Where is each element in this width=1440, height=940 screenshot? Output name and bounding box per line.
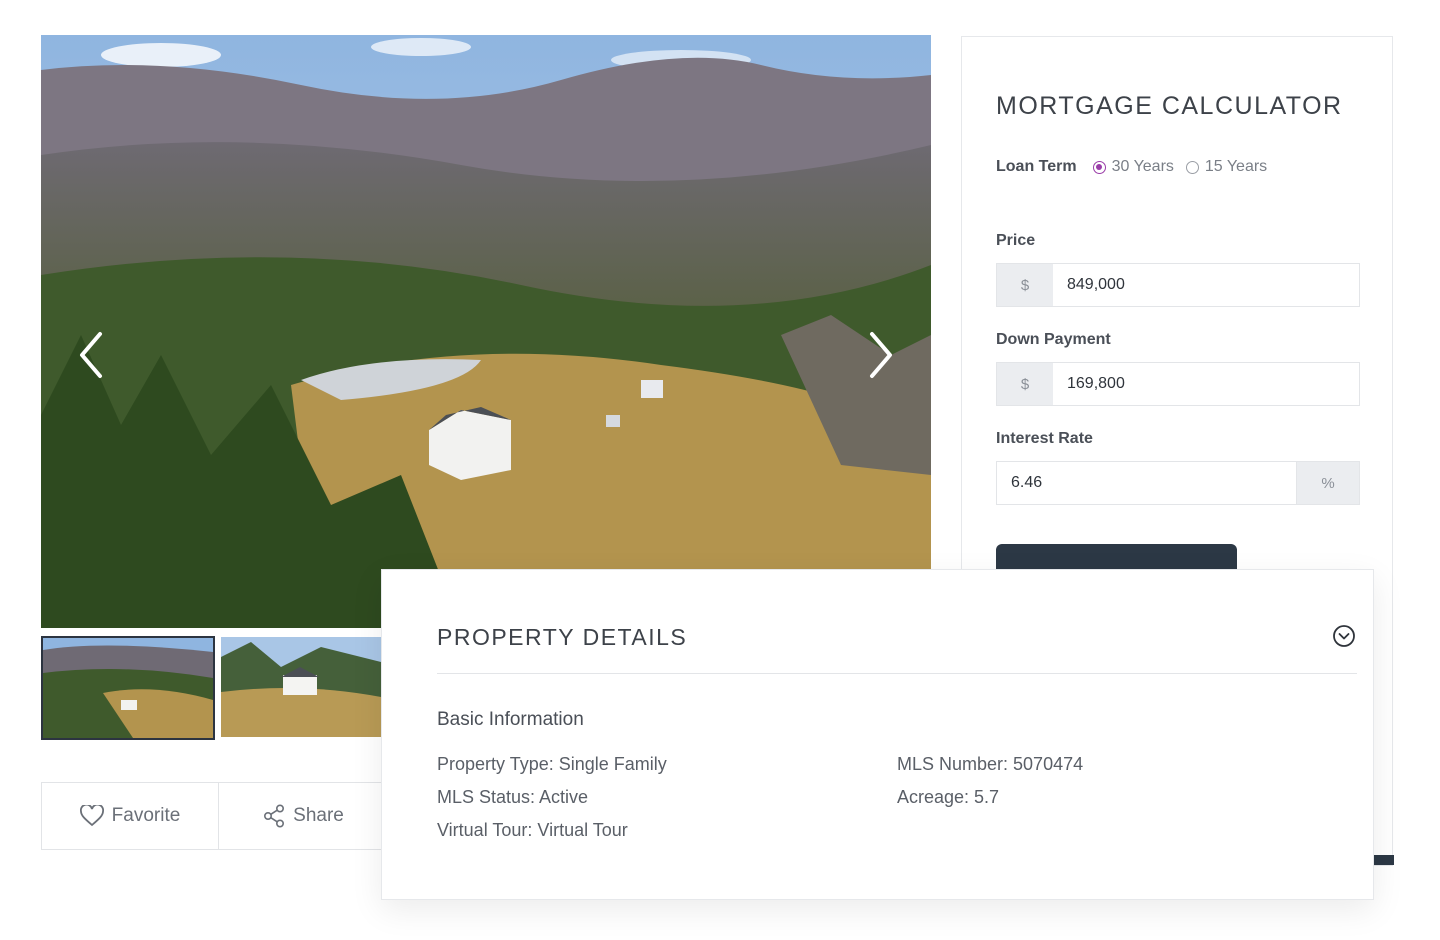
virtual-tour-text[interactable]: Virtual Tour: Virtual Tour (437, 820, 628, 841)
interest-rate-suffix: % (1296, 462, 1359, 504)
chevron-left-icon (80, 332, 102, 378)
favorite-label: Favorite (111, 805, 181, 826)
interest-rate-field-group: % (996, 461, 1360, 505)
favorite-button[interactable]: Favorite (41, 782, 219, 850)
thumbnail-2[interactable] (221, 637, 381, 737)
property-type-text: Property Type: Single Family (437, 754, 667, 774)
price-input[interactable] (1053, 264, 1359, 306)
price-prefix: $ (997, 264, 1053, 306)
next-photo-button[interactable] (861, 325, 901, 385)
radio-unselected-icon (1185, 160, 1199, 174)
price-label: Price (996, 232, 1036, 249)
down-payment-label: Down Payment (996, 331, 1111, 348)
calculator-title: MORTGAGE CALCULATOR (996, 92, 1343, 120)
mls-number-text: MLS Number: 5070474 (897, 754, 1084, 774)
chevron-right-icon (870, 332, 892, 378)
acreage-text: Acreage: 5.7 (897, 787, 1000, 807)
loan-term-row: Loan Term 30 Years 15 Years (996, 158, 1279, 176)
interest-rate-label: Interest Rate (996, 430, 1093, 447)
chevron-down-circle-icon (1333, 625, 1355, 647)
previous-photo-button[interactable] (71, 325, 111, 385)
term-15-years-radio[interactable]: 15 Years (1185, 158, 1268, 176)
collapse-toggle-button[interactable] (1332, 624, 1356, 648)
main-photo[interactable] (41, 35, 931, 628)
price-field-group: $ (996, 263, 1360, 307)
term-15-label: 15 Years (1204, 158, 1268, 175)
term-30-years-radio[interactable]: 30 Years (1092, 158, 1174, 176)
down-payment-input[interactable] (1053, 363, 1359, 405)
interest-rate-input[interactable] (997, 462, 1296, 504)
mls-status-text: MLS Status: Active (437, 787, 589, 807)
down-payment-field-group: $ (996, 362, 1360, 406)
calculator-bottom-bar (1374, 855, 1394, 865)
loan-term-label: Loan Term (996, 158, 1077, 175)
share-icon (264, 804, 285, 828)
radio-selected-icon (1092, 160, 1106, 174)
property-details-card: PROPERTY DETAILS Basic Information Prope… (381, 569, 1374, 900)
share-button[interactable]: Share (219, 782, 389, 850)
heart-icon (79, 805, 104, 827)
details-divider (437, 673, 1357, 674)
term-30-label: 30 Years (1111, 158, 1174, 175)
property-details-title: PROPERTY DETAILS (437, 624, 688, 650)
share-label: Share (293, 805, 344, 826)
down-payment-prefix: $ (997, 363, 1053, 405)
basic-information-heading: Basic Information (437, 709, 584, 730)
thumbnail-1[interactable] (41, 636, 215, 740)
listing-actions: Favorite Share (41, 782, 389, 852)
